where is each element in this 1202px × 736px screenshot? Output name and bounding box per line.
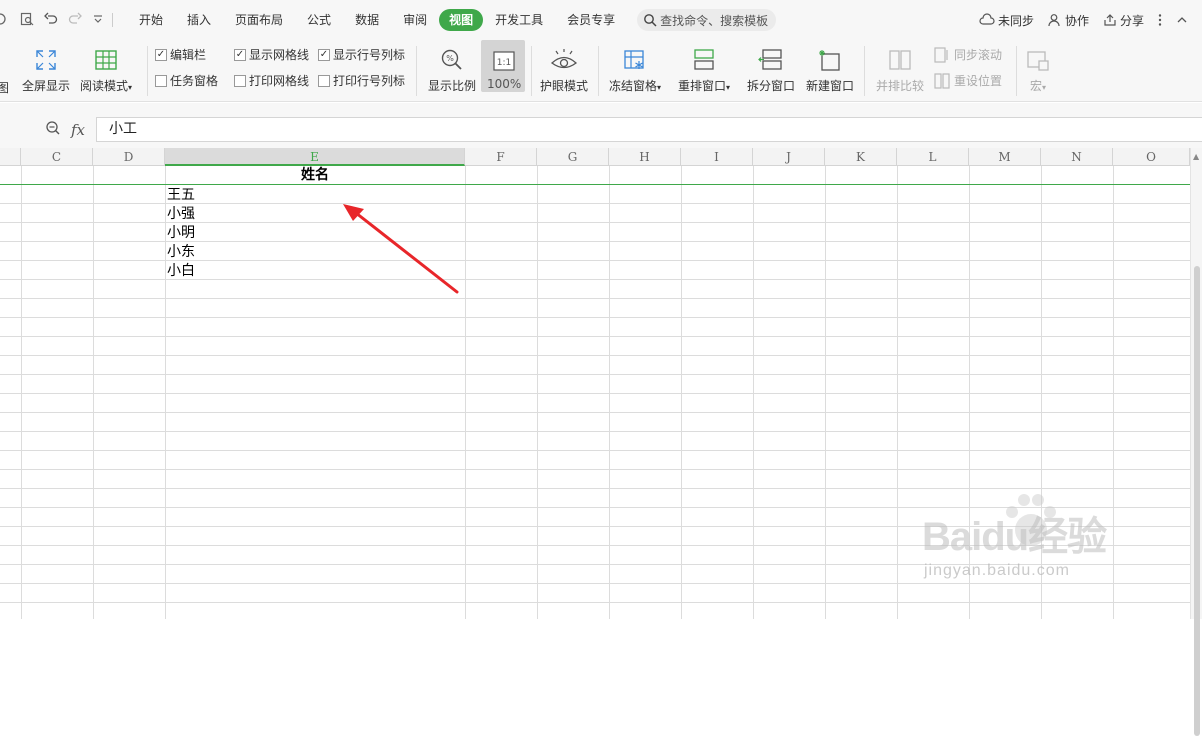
baidu-watermark: Baidu经验 jingyan.baidu.com [918, 488, 1148, 588]
watermark-brand: Baidu经验 [922, 515, 1107, 559]
watermark-url: jingyan.baidu.com [924, 562, 1070, 579]
vertical-scrollbar[interactable]: ▲ [1190, 148, 1202, 736]
scrollbar-thumb[interactable] [1194, 266, 1200, 736]
scroll-up-icon[interactable]: ▲ [1193, 152, 1199, 161]
